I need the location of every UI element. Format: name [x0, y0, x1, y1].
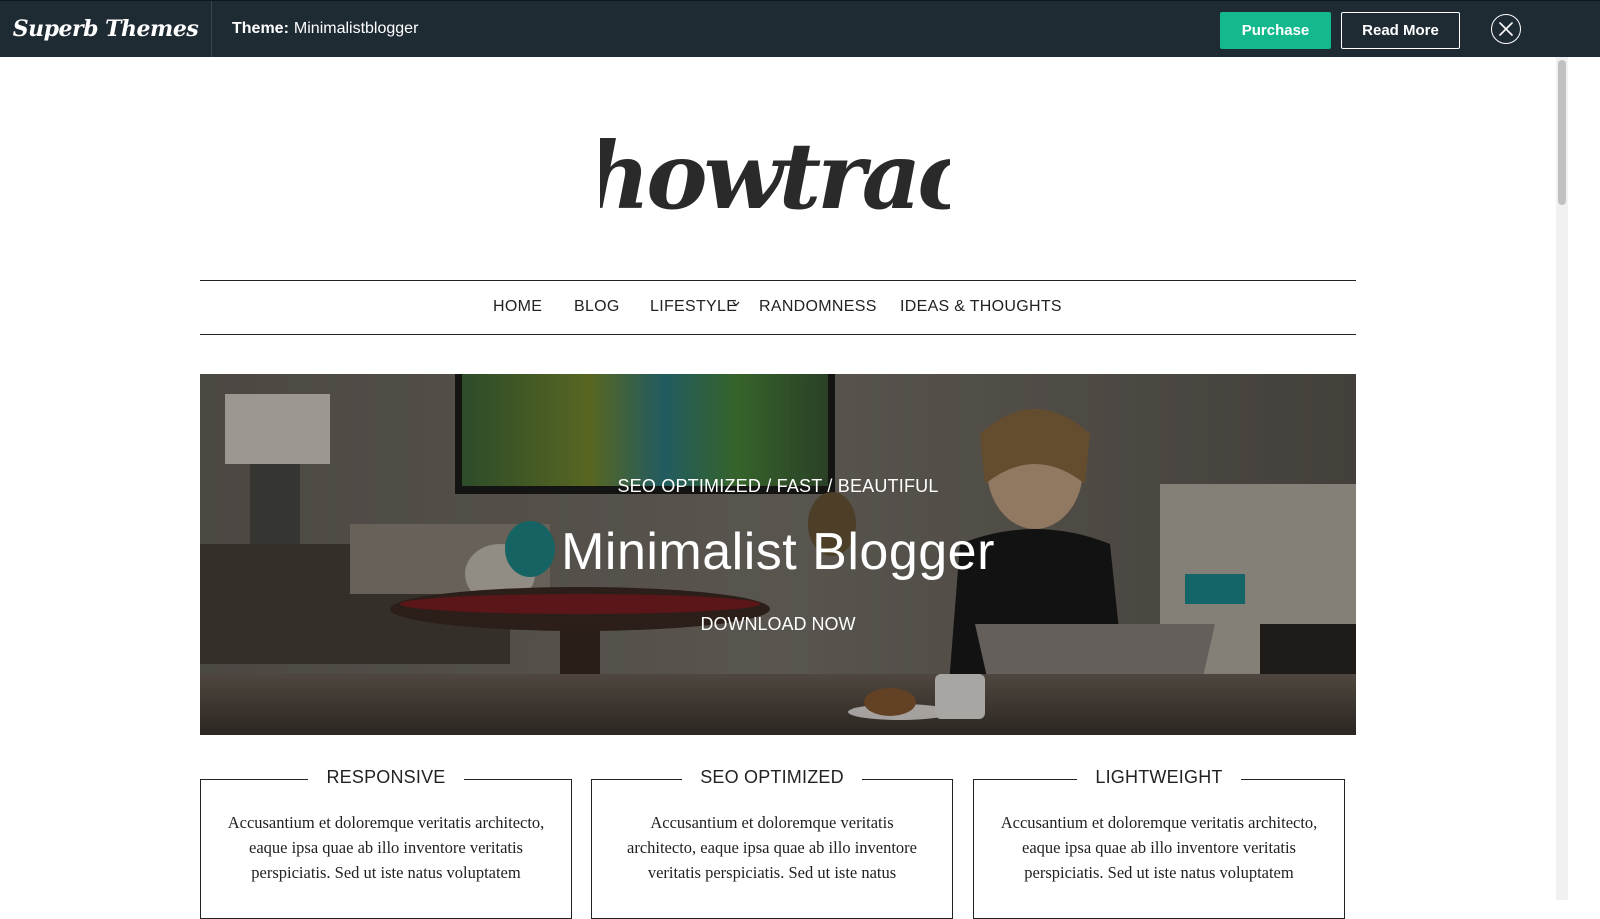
theme-label: Theme: — [232, 20, 289, 37]
hero-title: Minimalist Blogger — [561, 523, 995, 581]
feature-text: Accusantium et doloremque veritatis arch… — [227, 813, 545, 882]
nav-item-ideas-thoughts[interactable]: IDEAS & THOUGHTS — [900, 281, 1062, 333]
nav-item-randomness[interactable]: RANDOMNESS — [759, 281, 877, 333]
showtrack-logo-image: Showtrack — [521, 122, 1033, 230]
feature-title: LIGHTWEIGHT — [1077, 767, 1241, 787]
chevron-down-icon[interactable] — [731, 299, 741, 309]
feature-title: RESPONSIVE — [308, 767, 464, 787]
hero-banner: SEO OPTIMIZED / FAST / BEAUTIFUL Minimal… — [200, 374, 1356, 735]
close-button[interactable] — [1491, 14, 1521, 44]
superb-themes-logo[interactable]: Superb Themes — [0, 1, 212, 57]
feature-box-responsive: RESPONSIVE Accusantium et doloremque ver… — [200, 767, 572, 919]
site-logo[interactable]: Showtrack — [521, 96, 1033, 231]
nav-item-home[interactable]: HOME — [493, 281, 542, 333]
nav-item-lifestyle[interactable]: LIFESTYLE — [650, 281, 737, 333]
close-icon — [1499, 22, 1513, 36]
theme-info: Theme: Minimalistblogger — [232, 1, 418, 57]
nav-item-blog[interactable]: BLOG — [574, 281, 620, 333]
scrollbar-thumb[interactable] — [1558, 60, 1566, 205]
purchase-button[interactable]: Purchase — [1220, 12, 1331, 49]
feature-text: Accusantium et doloremque veritatis arch… — [627, 813, 917, 882]
feature-title: SEO OPTIMIZED — [682, 767, 862, 787]
theme-preview-bar: Superb Themes Theme: Minimalistblogger P… — [0, 0, 1600, 57]
scrollbar[interactable] — [1556, 57, 1568, 900]
feature-box-lightweight: LIGHTWEIGHT Accusantium et doloremque ve… — [973, 767, 1345, 919]
feature-text: Accusantium et doloremque veritatis arch… — [1000, 813, 1318, 882]
feature-box-seo-optimized: SEO OPTIMIZED Accusantium et doloremque … — [591, 767, 953, 919]
hero-subtitle: SEO OPTIMIZED / FAST / BEAUTIFUL — [617, 476, 939, 496]
read-more-button[interactable]: Read More — [1341, 12, 1460, 49]
theme-name: Minimalistblogger — [293, 20, 419, 37]
main-navigation: HOME BLOG LIFESTYLE RANDOMNESS IDEAS & T… — [200, 280, 1356, 335]
svg-text:Showtrack: Showtrack — [600, 122, 950, 230]
download-now-link[interactable]: DOWNLOAD NOW — [200, 614, 1356, 635]
